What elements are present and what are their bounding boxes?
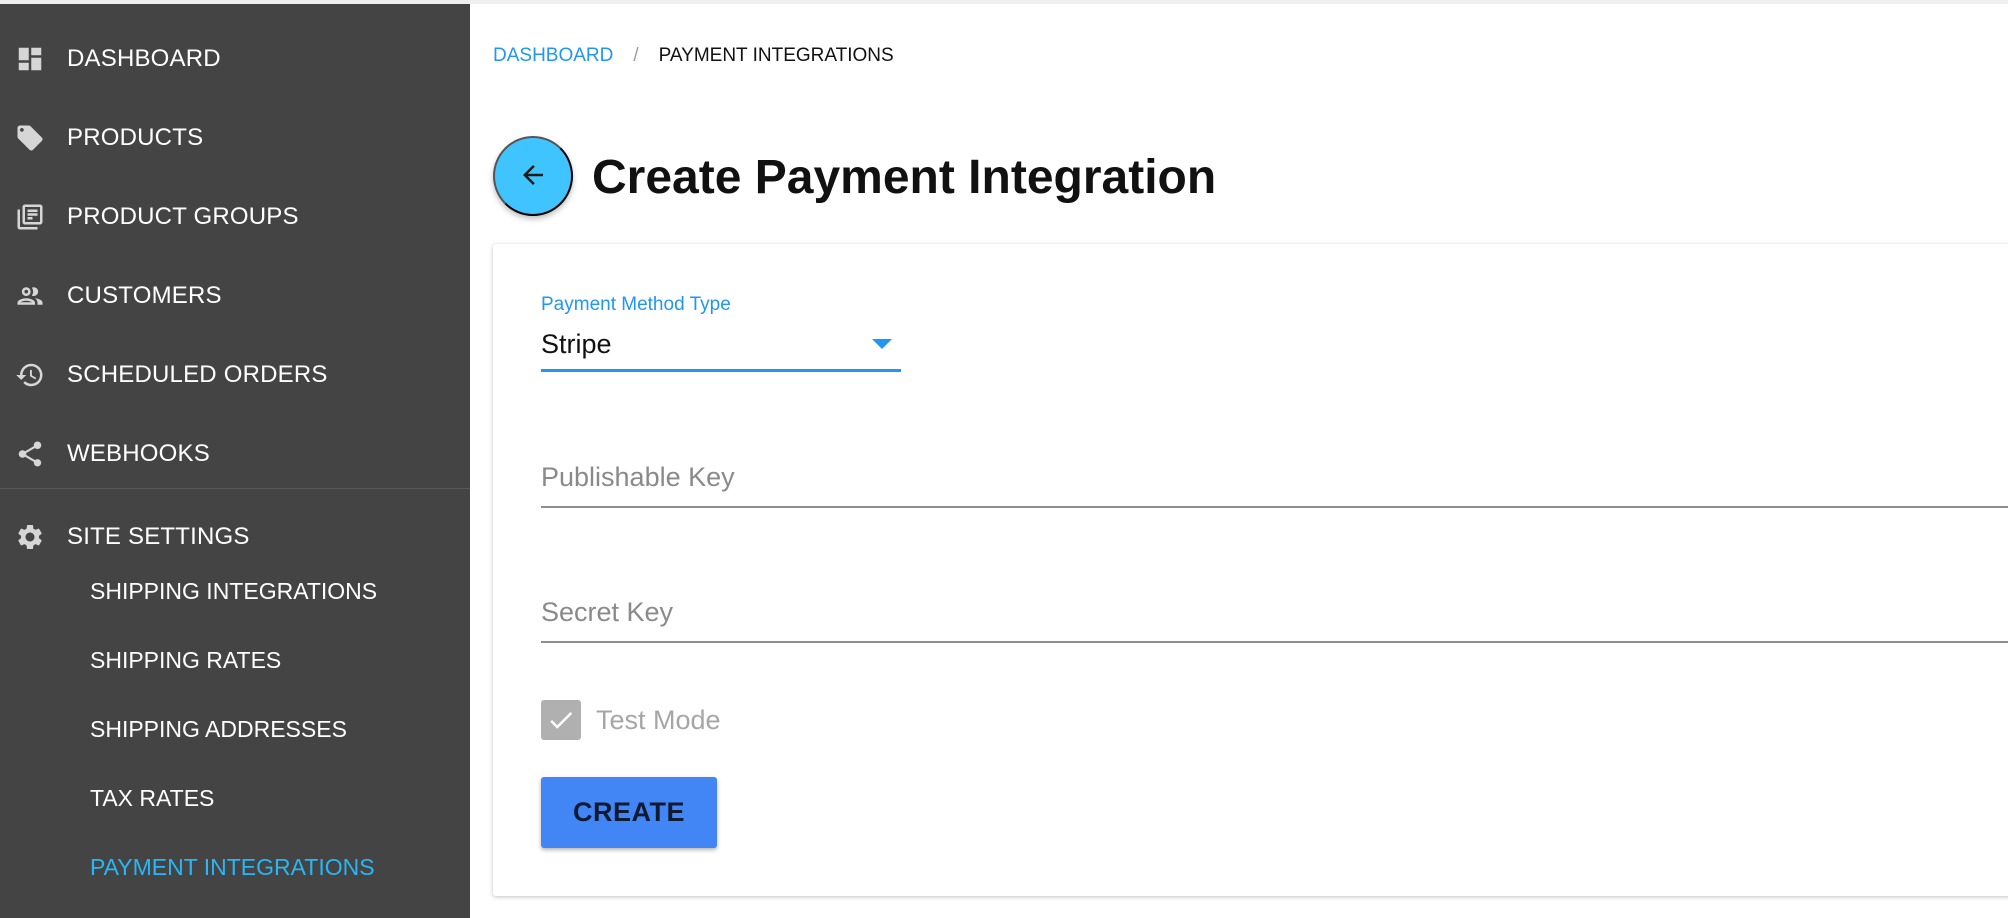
sidebar-item-label: SITE SETTINGS [67, 522, 250, 550]
sidebar-subitem-label: PAYMENT INTEGRATIONS [90, 853, 375, 880]
input-underline [541, 641, 2008, 643]
back-button[interactable] [493, 136, 573, 216]
sidebar-item-webhooks[interactable]: WEBHOOKS [0, 414, 470, 493]
sidebar-subitem-shipping-rates[interactable]: SHIPPING RATES [0, 626, 470, 694]
sidebar-subitem-label: SHIPPING ADDRESSES [90, 715, 347, 742]
breadcrumb-separator: / [633, 45, 639, 66]
publishable-key-input[interactable] [541, 449, 2008, 505]
sidebar-item-label: SCHEDULED ORDERS [67, 360, 328, 388]
arrow-left-icon [518, 160, 548, 193]
sidebar-item-label: PRODUCT GROUPS [67, 202, 299, 230]
sidebar-item-dashboard[interactable]: DASHBOARD [0, 19, 470, 98]
sidebar-item-customers[interactable]: CUSTOMERS [0, 256, 470, 335]
select-underline [541, 369, 901, 372]
check-icon [550, 711, 573, 729]
share-icon [14, 438, 46, 470]
app-root: DASHBOARD PRODUCTS PRODUCT GROUPS CUSTOM… [0, 0, 2008, 918]
dashboard-icon [14, 43, 46, 75]
sidebar-subitem-label: SHIPPING INTEGRATIONS [90, 577, 378, 604]
test-mode-label: Test Mode [596, 704, 721, 735]
test-mode-checkbox-row[interactable]: Test Mode [541, 699, 721, 741]
sidebar-item-label: DASHBOARD [67, 44, 221, 72]
input-underline [541, 506, 2008, 508]
history-icon [14, 359, 46, 391]
people-icon [14, 280, 46, 312]
sidebar: DASHBOARD PRODUCTS PRODUCT GROUPS CUSTOM… [0, 4, 470, 918]
sidebar-subitem-label: SHIPPING RATES [90, 646, 282, 673]
breadcrumb: DASHBOARD / PAYMENT INTEGRATIONS [493, 45, 894, 67]
sidebar-item-product-groups[interactable]: PRODUCT GROUPS [0, 177, 470, 256]
caret-down-icon [872, 339, 892, 349]
sidebar-item-scheduled-orders[interactable]: SCHEDULED ORDERS [0, 335, 470, 414]
sidebar-item-label: PRODUCTS [67, 123, 204, 151]
gear-icon [14, 521, 46, 553]
sidebar-item-products[interactable]: PRODUCTS [0, 98, 470, 177]
sidebar-subitem-label: TAX RATES [90, 784, 215, 811]
payment-method-label: Payment Method Type [541, 294, 731, 315]
sidebar-item-label: CUSTOMERS [67, 281, 222, 309]
breadcrumb-link-dashboard[interactable]: DASHBOARD [493, 45, 613, 67]
secret-key-input[interactable] [541, 584, 2008, 640]
sidebar-item-label: WEBHOOKS [67, 439, 210, 467]
library-icon [14, 201, 46, 233]
sidebar-subitem-tax-rates[interactable]: TAX RATES [0, 764, 470, 832]
payment-method-select[interactable]: Payment Method Type Stripe [541, 291, 901, 375]
sidebar-subitem-payment-integrations[interactable]: PAYMENT INTEGRATIONS [0, 833, 470, 901]
breadcrumb-current: PAYMENT INTEGRATIONS [658, 45, 894, 66]
test-mode-checkbox[interactable] [541, 700, 581, 740]
secret-key-field [541, 584, 2008, 644]
sidebar-subitem-shipping-addresses[interactable]: SHIPPING ADDRESSES [0, 695, 470, 763]
sidebar-divider [0, 488, 470, 489]
sidebar-subitem-shipping-integrations[interactable]: SHIPPING INTEGRATIONS [0, 557, 470, 625]
payment-method-value: Stripe [541, 329, 612, 359]
tag-icon [14, 122, 46, 154]
create-button[interactable]: CREATE [541, 777, 717, 848]
publishable-key-field [541, 449, 2008, 509]
page-title: Create Payment Integration [592, 151, 1217, 204]
